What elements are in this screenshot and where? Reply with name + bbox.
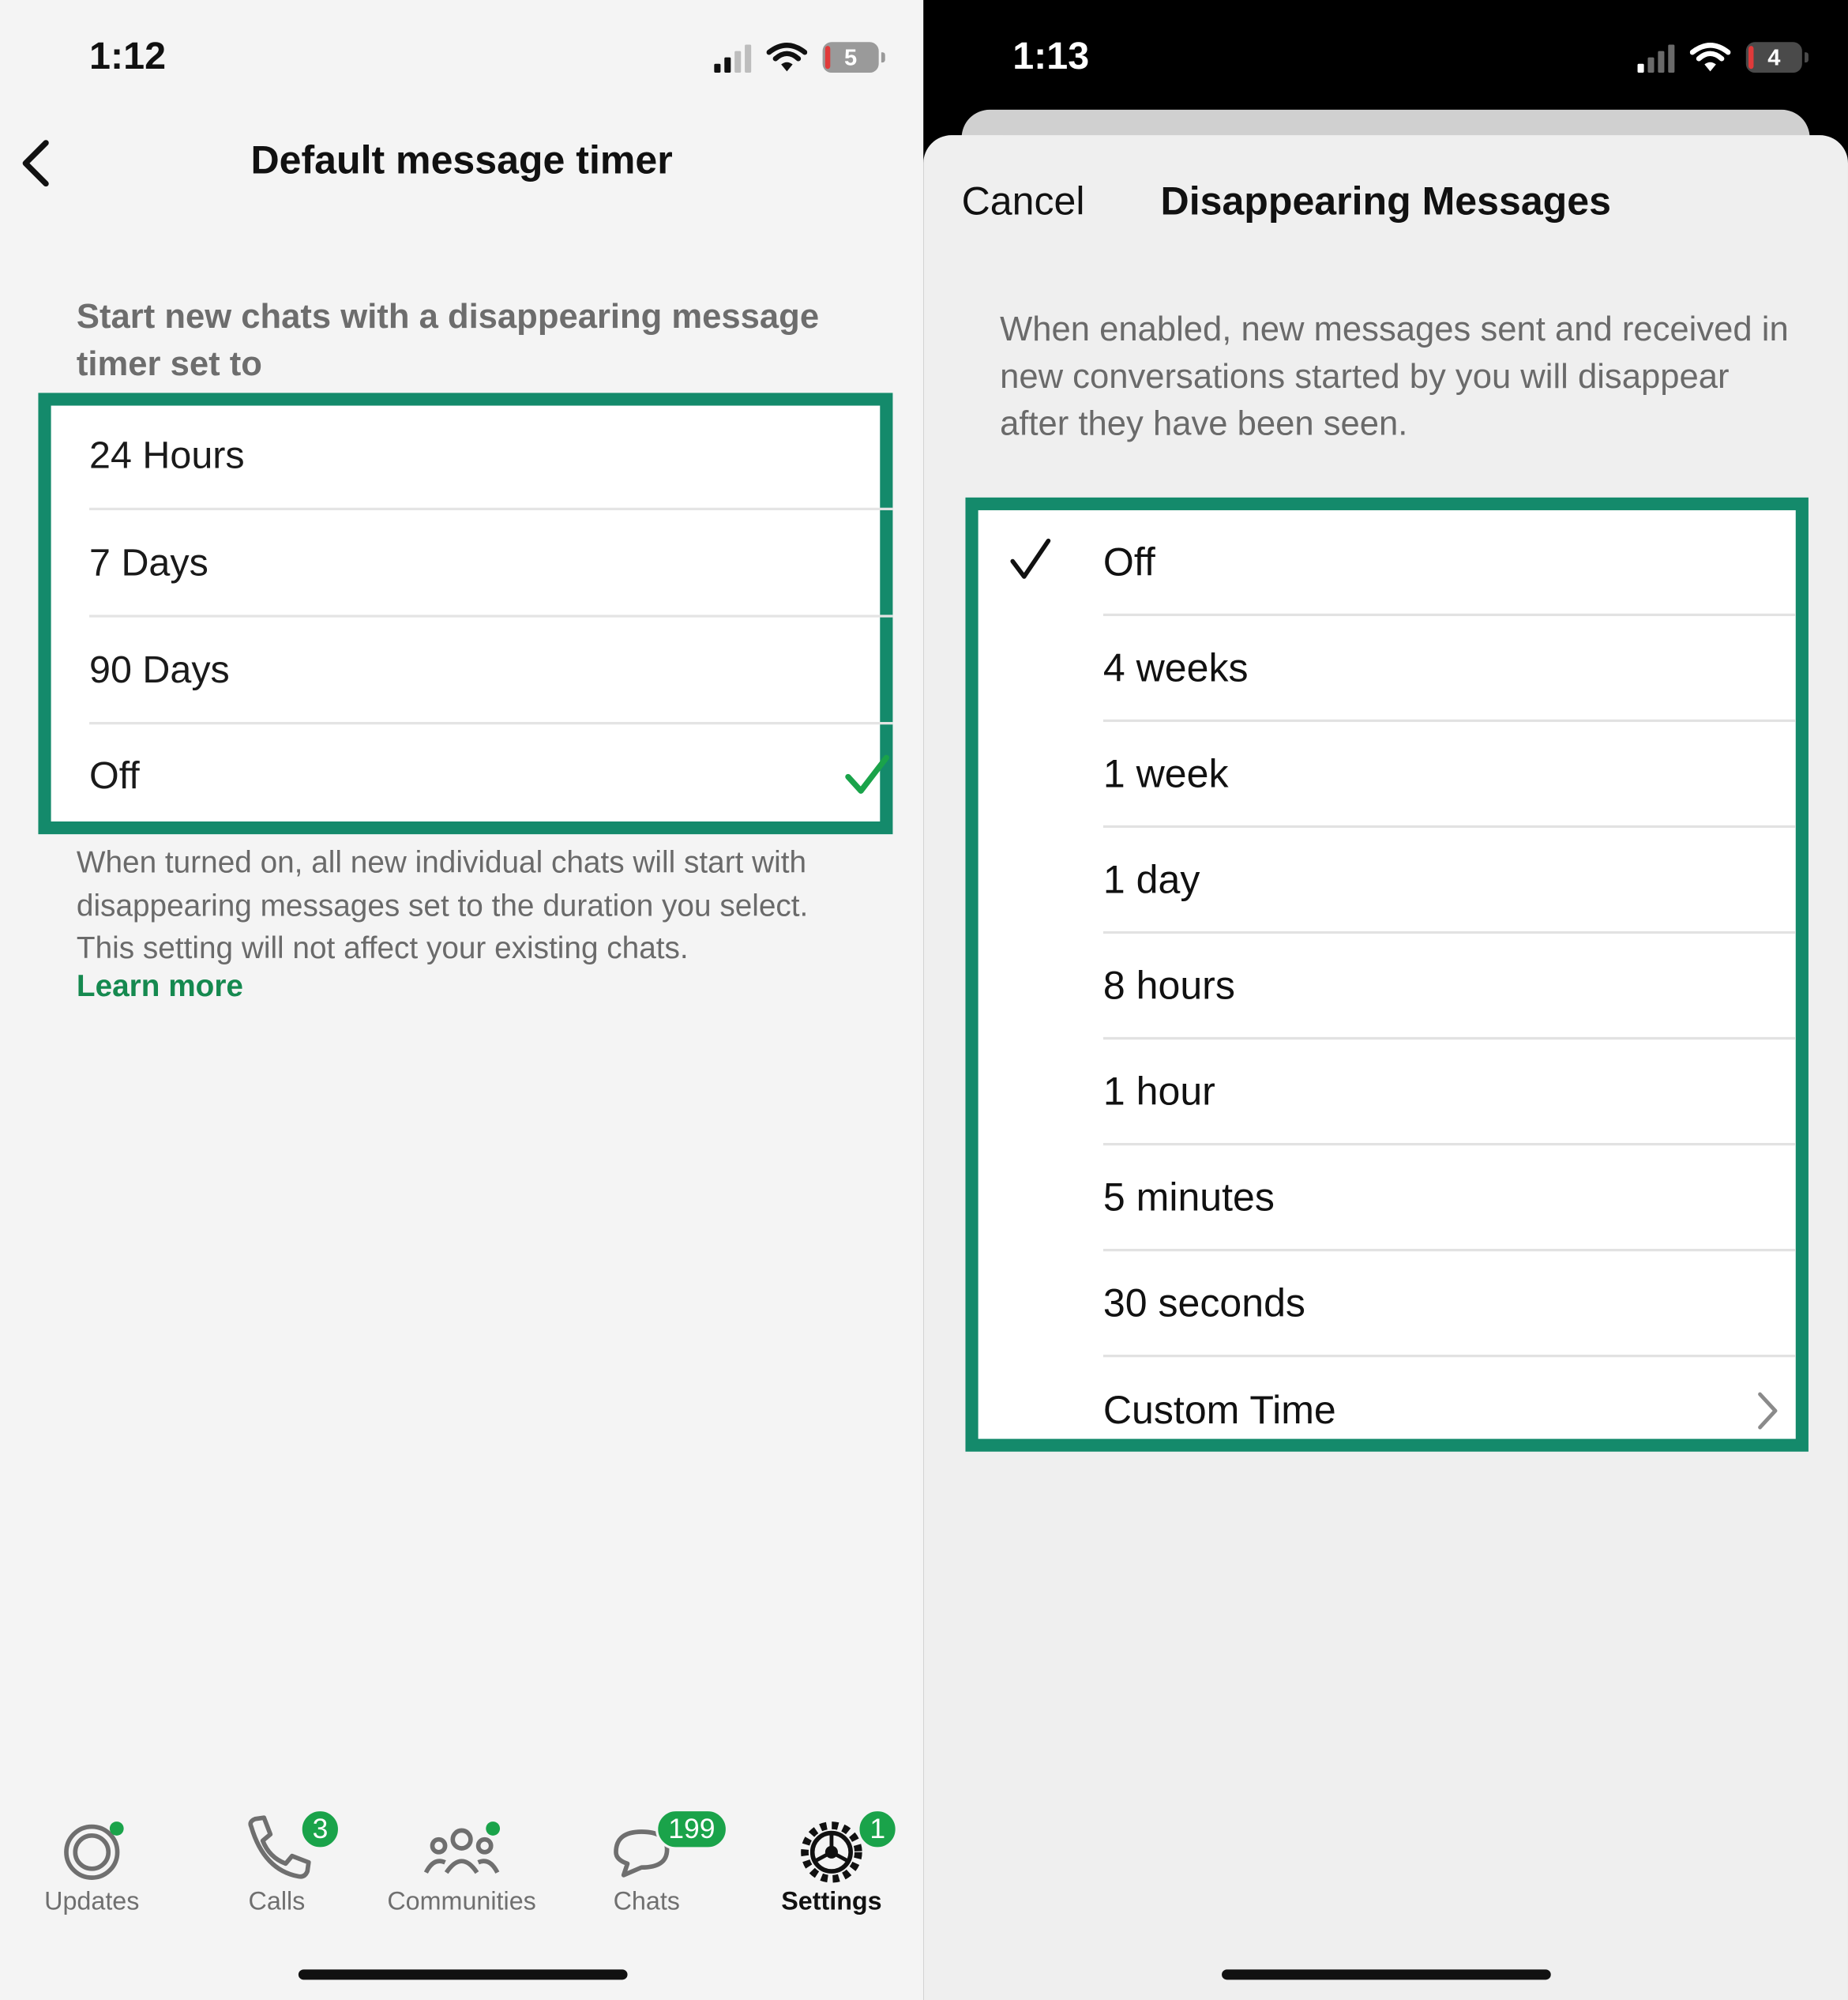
option-label: 30 seconds <box>1102 1280 1305 1325</box>
tab-label: Updates <box>44 1888 140 1916</box>
tab-bar: Updates 3 Calls Communities 199 Chats 1 … <box>0 1799 923 1939</box>
option-8-hours[interactable]: 8 hours <box>1102 934 1796 1040</box>
option-1-hour[interactable]: 1 hour <box>1102 1039 1796 1146</box>
option-4-weeks[interactable]: 4 weeks <box>1102 616 1796 723</box>
tab-communities[interactable]: Communities <box>373 1799 551 1926</box>
option-label: 7 Days <box>89 542 208 585</box>
option-1-day[interactable]: 1 day <box>1102 828 1796 934</box>
battery-icon: 4 <box>1745 42 1809 73</box>
signal-icon <box>1637 42 1675 73</box>
duration-options-list: Off 4 weeks 1 week 1 day 8 hours 1 hour <box>965 497 1809 1452</box>
option-off[interactable]: Off <box>1102 510 1796 616</box>
option-1-week[interactable]: 1 week <box>1102 722 1796 829</box>
sheet-title: Disappearing Messages <box>1160 179 1611 224</box>
status-time: 1:12 <box>89 36 167 78</box>
option-label: 90 Days <box>89 648 230 692</box>
option-30-seconds[interactable]: 30 seconds <box>1102 1251 1796 1358</box>
calls-badge: 3 <box>299 1808 341 1850</box>
option-label: 1 hour <box>1102 1068 1215 1114</box>
status-icons: 4 <box>1637 39 1809 75</box>
status-time: 1:13 <box>1012 36 1090 78</box>
option-label: Off <box>1102 539 1155 584</box>
checkmark-icon <box>845 754 889 794</box>
tab-label: Communities <box>387 1888 536 1916</box>
notification-dot <box>109 1821 124 1836</box>
status-icons: 5 <box>714 39 885 75</box>
option-off[interactable]: Off <box>89 724 892 829</box>
option-custom-time[interactable]: Custom Time <box>1103 1357 1796 1463</box>
footnote-text: When turned on, all new individual chats… <box>76 845 809 966</box>
timer-options-list: 24 Hours 7 Days 90 Days Off <box>38 393 893 835</box>
option-label: Custom Time <box>1102 1387 1336 1432</box>
notification-dot <box>486 1821 501 1836</box>
option-label: 1 day <box>1102 856 1200 901</box>
tab-label: Settings <box>781 1888 882 1916</box>
tab-label: Chats <box>613 1888 680 1916</box>
chats-badge: 199 <box>655 1808 728 1850</box>
tab-calls[interactable]: 3 Calls <box>187 1799 366 1926</box>
cancel-button[interactable]: Cancel <box>962 179 1085 224</box>
tab-chats[interactable]: 199 Chats <box>558 1799 736 1926</box>
tab-settings[interactable]: 1 Settings <box>742 1799 921 1926</box>
tab-label: Calls <box>248 1888 306 1916</box>
option-5-minutes[interactable]: 5 minutes <box>1102 1145 1796 1252</box>
option-7-days[interactable]: 7 Days <box>89 513 893 618</box>
option-label: 5 minutes <box>1102 1174 1275 1220</box>
home-indicator <box>1222 1969 1551 1980</box>
option-label: 8 hours <box>1102 962 1235 1007</box>
chevron-right-icon <box>1758 1392 1778 1430</box>
battery-icon: 5 <box>822 42 885 73</box>
battery-level: 5 <box>844 43 858 70</box>
option-label: 1 week <box>1102 750 1229 795</box>
settings-badge: 1 <box>857 1808 899 1850</box>
left-screen: 1:12 5 Default message timer Start new c… <box>0 0 924 2000</box>
wifi-icon <box>1689 43 1731 72</box>
page-title: Default message timer <box>250 137 673 182</box>
home-indicator <box>298 1969 628 1980</box>
option-label: Off <box>89 755 140 798</box>
wifi-icon <box>766 43 808 72</box>
section-header: Start new chats with a disappearing mess… <box>76 297 820 383</box>
modal-sheet: Cancel Disappearing Messages When enable… <box>923 135 1848 2000</box>
option-label: 24 Hours <box>89 434 245 477</box>
checkmark-icon <box>1010 538 1051 579</box>
option-90-days[interactable]: 90 Days <box>89 620 893 725</box>
right-screen: 1:13 4 Cancel Disappearing Messages When… <box>923 0 1848 2000</box>
learn-more-link[interactable]: Learn more <box>77 969 243 1005</box>
option-24-hours[interactable]: 24 Hours <box>89 406 893 510</box>
option-label: 4 weeks <box>1102 645 1249 690</box>
tab-updates[interactable]: Updates <box>2 1799 181 1926</box>
sheet-description: When enabled, new messages sent and rece… <box>1000 310 1789 443</box>
signal-icon <box>714 42 752 73</box>
battery-level: 4 <box>1767 43 1781 70</box>
